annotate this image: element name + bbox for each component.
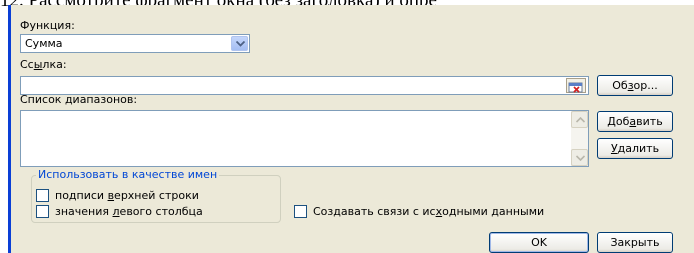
ranges-list[interactable] — [20, 110, 589, 167]
close-button[interactable]: Закрыть — [597, 232, 673, 253]
chevron-down-icon[interactable] — [231, 36, 248, 51]
function-label: Функция: — [20, 19, 75, 32]
scroll-up-icon[interactable] — [571, 111, 588, 128]
top-row-label[interactable]: подписи верхней строки — [55, 189, 199, 202]
left-column-checkbox[interactable] — [36, 205, 49, 218]
browse-button[interactable]: Обзор... — [597, 75, 673, 96]
add-button[interactable]: Добавить — [597, 111, 673, 132]
ranges-scrollbar[interactable] — [571, 111, 588, 166]
scroll-down-icon[interactable] — [571, 149, 588, 166]
use-names-group-title: Использовать в качестве имен — [36, 168, 220, 181]
function-select[interactable]: Сумма — [20, 34, 250, 53]
consolidate-dialog: Функция: Сумма Ссылка: Обзор... Список д… — [8, 5, 694, 253]
top-row-checkbox[interactable] — [36, 189, 49, 202]
collapse-dialog-icon[interactable] — [566, 78, 586, 93]
ok-button[interactable]: OK — [489, 232, 589, 253]
reference-label: Ссылка: — [20, 58, 67, 71]
ranges-label: Список диапазонов: — [20, 93, 138, 106]
create-links-label[interactable]: Создавать связи с исходными данными — [313, 205, 544, 218]
create-links-checkbox[interactable] — [294, 205, 307, 218]
function-select-value: Сумма — [25, 37, 63, 50]
delete-button[interactable]: Удалить — [597, 138, 673, 159]
left-column-label[interactable]: значения левого столбца — [55, 205, 203, 218]
